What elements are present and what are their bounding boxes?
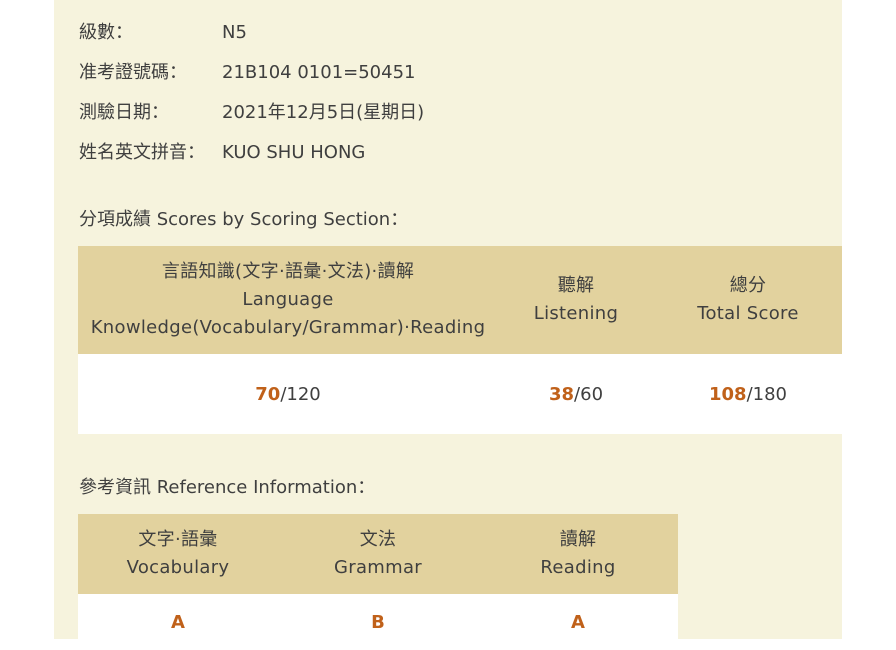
exam-date-label: 測驗日期： <box>79 102 169 123</box>
score-total-max: /180 <box>746 383 787 405</box>
exam-number-row: 准考證號碼： 21B104 0101=50451 <box>79 61 415 85</box>
header-grammar-zh: 文法 <box>359 529 397 550</box>
score-total: 108/180 <box>654 354 842 434</box>
header-vocabulary: 文字·語彙 Vocabulary <box>78 514 278 594</box>
grade-grammar: B <box>278 594 478 650</box>
score-listening: 38/60 <box>498 354 654 434</box>
scores-value-row: 70/120 38/60 108/180 <box>78 354 842 434</box>
scores-section-title: 分項成績 Scores by Scoring Section： <box>79 209 409 230</box>
name-row: 姓名英文拼音： KUO SHU HONG <box>79 141 365 165</box>
grade-reading: A <box>478 594 678 650</box>
level-row: 級數： N5 <box>79 21 247 45</box>
exam-number-value: 21B104 0101=50451 <box>222 62 416 83</box>
header-vocabulary-zh: 文字·語彙 <box>138 529 218 550</box>
reference-header-row: 文字·語彙 Vocabulary 文法 Grammar 讀解 Reading <box>78 514 678 594</box>
header-total-score-en: Total Score <box>697 303 799 324</box>
header-reading: 讀解 Reading <box>478 514 678 594</box>
level-label: 級數： <box>79 22 133 43</box>
scores-table: 言語知識(文字·語彙·文法)·讀解 Language Knowledge(Voc… <box>78 246 842 434</box>
grade-grammar-value: B <box>371 611 385 633</box>
header-language-reading-en1: Language <box>242 289 334 310</box>
grade-vocabulary-value: A <box>171 611 185 633</box>
reference-section-title: 參考資訊 Reference Information： <box>79 477 376 498</box>
header-total-score: 總分 Total Score <box>654 246 842 354</box>
header-language-reading: 言語知識(文字·語彙·文法)·讀解 Language Knowledge(Voc… <box>78 246 498 354</box>
grade-vocabulary: A <box>78 594 278 650</box>
header-reading-zh: 讀解 <box>559 529 597 550</box>
header-grammar-en: Grammar <box>334 557 422 578</box>
header-listening: 聽解 Listening <box>498 246 654 354</box>
header-total-score-zh: 總分 <box>729 275 767 296</box>
reference-grade-row: A B A <box>78 594 678 650</box>
header-listening-zh: 聽解 <box>557 275 595 296</box>
header-language-reading-zh: 言語知識(文字·語彙·文法)·讀解 <box>161 261 415 282</box>
header-reading-en: Reading <box>540 557 616 578</box>
name-value: KUO SHU HONG <box>222 142 366 163</box>
score-language-reading-value: 70 <box>255 383 281 405</box>
header-language-reading-en2: Knowledge(Vocabulary/Grammar)·Reading <box>90 317 486 338</box>
exam-date-row: 測驗日期： 2021年12月5日(星期日) <box>79 101 424 125</box>
score-total-value: 108 <box>709 383 747 405</box>
exam-number-label: 准考證號碼： <box>79 62 187 83</box>
reference-table: 文字·語彙 Vocabulary 文法 Grammar 讀解 Reading A… <box>78 514 678 650</box>
score-listening-max: /60 <box>574 383 604 405</box>
scores-header-row: 言語知識(文字·語彙·文法)·讀解 Language Knowledge(Voc… <box>78 246 842 354</box>
score-listening-value: 38 <box>548 383 575 405</box>
score-language-reading: 70/120 <box>78 354 498 434</box>
name-label: 姓名英文拼音： <box>79 142 205 163</box>
exam-date-value: 2021年12月5日(星期日) <box>222 102 425 123</box>
header-vocabulary-en: Vocabulary <box>126 557 230 578</box>
grade-reading-value: A <box>571 611 585 633</box>
header-listening-en: Listening <box>533 303 619 324</box>
score-language-reading-max: /120 <box>280 383 321 405</box>
level-value: N5 <box>222 22 247 43</box>
header-grammar: 文法 Grammar <box>278 514 478 594</box>
